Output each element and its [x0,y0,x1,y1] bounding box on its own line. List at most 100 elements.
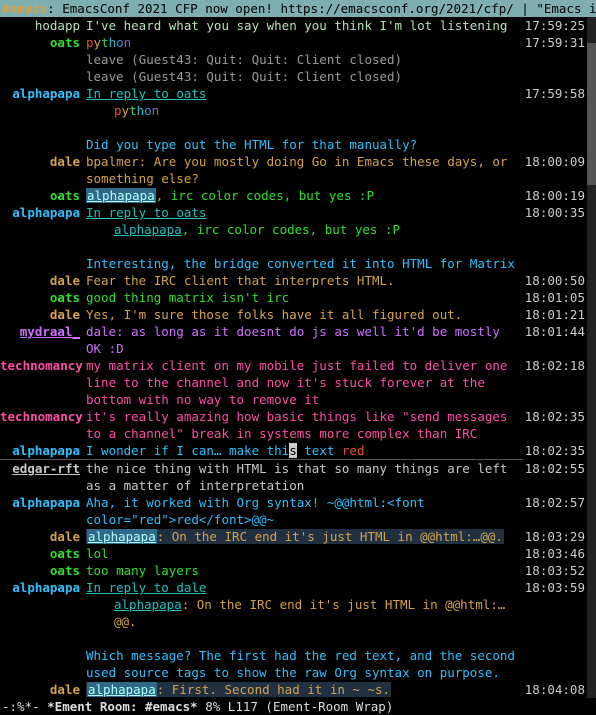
message-text: alphapapa: First. Second had it in ~ ~s. [86,681,523,698]
chat-row: python [0,102,587,119]
reply-target-link[interactable]: oats [176,86,206,101]
nick-oats: oats [0,34,86,51]
timestamp: 18:02:35 [523,408,587,442]
message-text: Fear the IRC client that interprets HTML… [86,272,523,289]
mention-link[interactable]: alphapapa [114,222,182,237]
nick-alphapapa: alphapapa [0,85,86,102]
nick-empty [0,136,86,153]
message-text: bpalmer: Are you mostly doing Go in Emac… [86,153,523,187]
message-reply: In reply to oats [86,204,523,221]
message-text: Yes, I'm sure those folks have it all fi… [86,306,523,323]
gap [0,119,587,136]
scrollbar-track[interactable] [587,17,596,698]
message-text: alphapapa: On the IRC end it's just HTML… [86,528,523,545]
chat-content: hodapp I've heard what you say when you … [0,17,587,698]
chat-row: dale alphapapa: First. Second had it in … [0,681,587,698]
reply-link[interactable]: In reply to [86,205,176,220]
gap [0,238,587,255]
chat-row: alphapapa In reply to oats 17:59:58 [0,85,587,102]
window-titlebar: #emacs: EmacsConf 2021 CFP now open! htt… [0,0,596,17]
mention-link[interactable]: alphapapa [114,597,182,612]
timestamp [523,596,587,630]
timestamp [523,102,587,119]
nick-oats: oats [0,289,86,306]
nick-empty [0,647,86,681]
titlebar-channel: #emacs [2,1,47,16]
chat-row: oats alphapapa, irc color codes, but yes… [0,187,587,204]
message-text: good thing matrix isn't irc [86,289,523,306]
nick-oats: oats [0,187,86,204]
timestamp: 18:03:46 [523,545,587,562]
timestamp: 18:02:35 [523,442,587,459]
chat-row: dale bpalmer: Are you mostly doing Go in… [0,153,587,187]
timestamp [523,647,587,681]
emacs-frame: #emacs: EmacsConf 2021 CFP now open! htt… [0,0,596,715]
nick-mydraal: mydraal_ [0,323,86,357]
timestamp [523,51,587,68]
chat-row: dale Fear the IRC client that interprets… [0,272,587,289]
buffer-name: *Ement Room: #emacs* [47,699,198,714]
reply-target-link[interactable]: dale [176,580,206,595]
timestamp: 18:02:55 [523,460,587,494]
timestamp: 18:01:05 [523,289,587,306]
timestamp: 18:00:50 [523,272,587,289]
nick-empty [0,596,86,630]
gap [0,630,587,647]
mention-link[interactable]: alphapapa [87,682,157,697]
mention-link[interactable]: alphapapa [87,529,157,544]
timestamp: 18:01:44 [523,323,587,357]
nick-dale: dale [0,306,86,323]
timestamp: 18:04:08 [523,681,587,698]
nick-hodapp: hodapp [0,17,86,34]
message-reply: In reply to oats [86,85,523,102]
chat-row: oats lol 18:03:46 [0,545,587,562]
timestamp: 17:59:25 [523,17,587,34]
system-message: leave (Guest43: Quit: Quit: Client close… [86,68,523,85]
message-text: I've heard what you say when you think I… [86,17,523,34]
timestamp: 18:00:35 [523,204,587,221]
nick-dale: dale [0,681,86,698]
chat-row: oats too many layers 18:03:52 [0,562,587,579]
message-text: dale: as long as it doesnt do js as well… [86,323,523,357]
text-cursor: s [289,443,297,458]
nick-oats: oats [0,545,86,562]
chat-row: dale Yes, I'm sure those folks have it a… [0,306,587,323]
timestamp [523,68,587,85]
modeline-flags: -:%*- [2,699,47,714]
chat-buffer[interactable]: hodapp I've heard what you say when you … [0,17,596,698]
message-text: Aha, it worked with Org syntax! ~@@html:… [86,494,523,528]
chat-row: technomancy my matrix client on my mobil… [0,357,587,408]
message-quoted: alphapapa: On the IRC end it's just HTML… [86,596,523,630]
message-rainbow: python [86,34,523,51]
message-text: the nice thing with HTML is that so many… [86,460,523,494]
nick-oats: oats [0,562,86,579]
chat-row: hodapp I've heard what you say when you … [0,17,587,34]
nick-alphapapa: alphapapa [0,579,86,596]
message-reply: In reply to dale [86,579,523,596]
chat-row: Interesting, the bridge converted it int… [0,255,587,272]
mention-link[interactable]: alphapapa [86,188,156,203]
nick-dale: dale [0,528,86,545]
chat-row: leave (Guest43: Quit: Quit: Client close… [0,51,587,68]
timestamp: 18:02:57 [523,494,587,528]
message-composing[interactable]: I wonder if I can… make this text red [86,442,523,459]
message-quoted: alphapapa, irc color codes, but yes :P [86,221,523,238]
chat-row: edgar-rft the nice thing with HTML is th… [0,460,587,494]
reply-link[interactable]: In reply to [86,86,176,101]
message-text: alphapapa, irc color codes, but yes :P [86,187,523,204]
message-text: too many layers [86,562,523,579]
reply-target-link[interactable]: oats [176,205,206,220]
timestamp: 18:01:21 [523,306,587,323]
nick-technomancy: technomancy [0,357,86,408]
nick-edgar-rft: edgar-rft [0,460,86,494]
timestamp: 17:59:31 [523,34,587,51]
nick-dale: dale [0,153,86,187]
nick-empty [0,102,86,119]
message-text: lol [86,545,523,562]
chat-row: alphapapa, irc color codes, but yes :P [0,221,587,238]
chat-row: alphapapa Aha, it worked with Org syntax… [0,494,587,528]
reply-link[interactable]: In reply to [86,580,176,595]
timestamp: 18:03:29 [523,528,587,545]
chat-row: oats python 17:59:31 [0,34,587,51]
scrollbar-thumb[interactable] [587,43,596,185]
